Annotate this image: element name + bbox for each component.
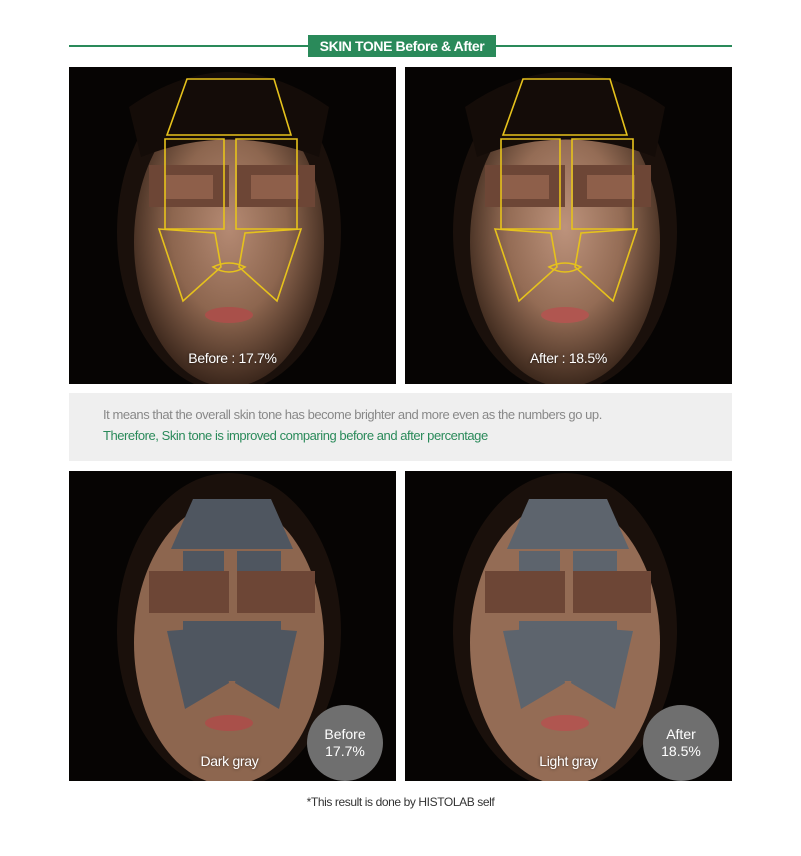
before-outline-photo: Before : 17.7% bbox=[69, 67, 396, 384]
before-badge-value: 17.7% bbox=[325, 743, 365, 759]
footnote: *This result is done by HISTOLAB self bbox=[306, 795, 495, 809]
before-badge-label: Before bbox=[324, 726, 366, 742]
after-badge-label: After bbox=[666, 726, 696, 742]
blur-right-eye bbox=[573, 571, 651, 613]
section-title: SKIN TONE Before & After bbox=[308, 35, 496, 57]
face-photo-before bbox=[69, 67, 396, 384]
after-badge-value: 18.5% bbox=[661, 743, 701, 759]
explanation-text: It means that the overall skin tone has … bbox=[103, 407, 602, 422]
after-badge: After 18.5% bbox=[643, 705, 719, 781]
explanation-box: It means that the overall skin tone has … bbox=[69, 393, 732, 461]
after-outline-photo: After : 18.5% bbox=[405, 67, 732, 384]
before-percentage-caption: Before : 17.7% bbox=[188, 350, 277, 366]
after-gray-photo: Light gray After 18.5% bbox=[405, 471, 732, 781]
blur-left-eye bbox=[149, 571, 229, 613]
blur-left-eye bbox=[485, 571, 565, 613]
before-gray-photo: Dark gray Before 17.7% bbox=[69, 471, 396, 781]
before-badge: Before 17.7% bbox=[307, 705, 383, 781]
face-photo-after bbox=[405, 67, 732, 384]
blur-right-eye bbox=[237, 571, 315, 613]
after-percentage-caption: After : 18.5% bbox=[529, 350, 608, 366]
conclusion-text: Therefore, Skin tone is improved compari… bbox=[103, 428, 488, 443]
